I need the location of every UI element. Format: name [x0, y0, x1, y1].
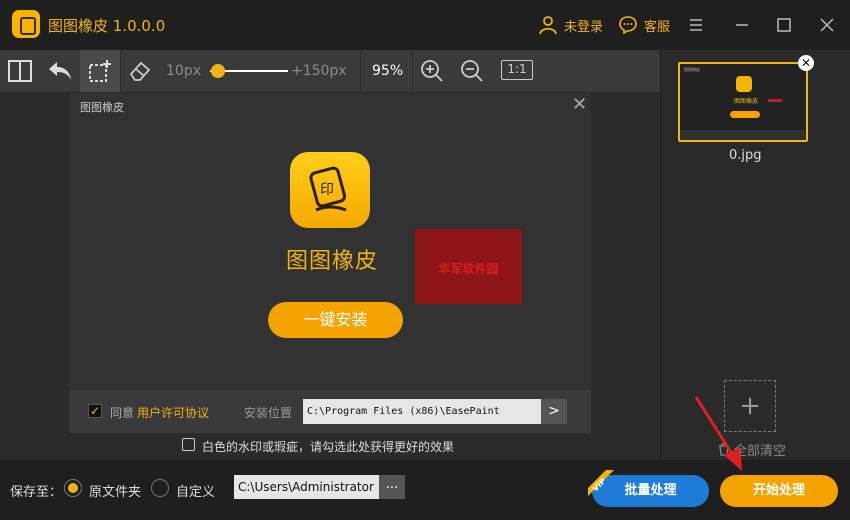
app-title: 图图橡皮 1.0.0.0	[48, 17, 166, 35]
eraser-tool-button[interactable]	[120, 50, 160, 92]
image-thumbnail[interactable]: 图图橡皮 图图橡皮	[678, 62, 808, 142]
install-path-field: C:\Program Files (x86)\EasePaint	[303, 399, 541, 424]
agree-label: 同意	[110, 406, 135, 420]
zoom-in-button[interactable]	[412, 50, 452, 92]
browse-button[interactable]: ...	[379, 475, 405, 499]
white-watermark-hint[interactable]: 白色的水印或瑕疵，请勾选此处获得更好的效果	[202, 438, 454, 455]
select-tool-button[interactable]	[80, 50, 120, 92]
minimize-button[interactable]	[730, 13, 754, 37]
install-location-label: 安装位置	[244, 406, 293, 420]
actual-size-button[interactable]: 1:1	[501, 60, 533, 80]
maximize-button[interactable]	[772, 13, 796, 37]
service-label: 客服	[644, 19, 671, 35]
thumb-watermark	[768, 99, 782, 102]
user-icon	[539, 16, 557, 35]
zoom-out-button[interactable]	[452, 50, 492, 92]
selection-rect-icon	[89, 60, 111, 82]
toolbar-divider	[360, 50, 361, 92]
custom-folder-label[interactable]: 自定义	[176, 481, 215, 500]
undo-button[interactable]	[40, 50, 80, 92]
image-install-button: 一键安装	[268, 302, 403, 338]
split-view-icon	[8, 60, 32, 82]
zoom-in-icon	[421, 60, 443, 82]
thumb-logo	[736, 76, 752, 92]
brush-size-slider-knob[interactable]	[210, 64, 225, 78]
image-window-title: 图图橡皮	[80, 101, 124, 114]
customer-service-button[interactable]: 客服	[618, 15, 670, 35]
red-arrow-annotation	[694, 396, 742, 471]
login-button[interactable]: 未登录	[538, 15, 603, 35]
save-to-label: 保存至：	[10, 485, 63, 500]
thumbnail-filename: 0.jpg	[729, 148, 762, 163]
menu-icon	[690, 19, 702, 31]
start-process-button[interactable]: 开始处理	[720, 475, 838, 507]
menu-button[interactable]	[684, 13, 708, 37]
compare-view-button[interactable]	[0, 50, 40, 92]
output-path-field[interactable]: C:\Users\Administrator	[234, 475, 379, 499]
image-close-icon: ✕	[572, 94, 588, 115]
undo-icon	[49, 62, 71, 80]
vip-badge-text: VIP	[591, 476, 608, 493]
logo-char: 印	[320, 182, 334, 198]
zoom-out-icon	[461, 60, 483, 82]
close-button[interactable]	[815, 13, 839, 37]
eraser-icon	[129, 61, 151, 81]
thumb-product-name: 图图橡皮	[734, 98, 759, 105]
maximize-icon	[777, 18, 791, 32]
login-label: 未登录	[564, 19, 604, 35]
image-agree-checkbox: ✓	[88, 404, 102, 418]
thumb-footer	[680, 130, 806, 140]
stamp-icon: 印	[309, 166, 347, 212]
remove-thumbnail-button[interactable]: ✕	[798, 55, 814, 71]
chat-icon	[619, 16, 637, 35]
original-folder-label[interactable]: 原文件夹	[89, 481, 141, 500]
thumb-install-button	[730, 111, 760, 118]
custom-folder-radio[interactable]	[151, 479, 169, 497]
app-logo	[12, 10, 40, 38]
brush-size-max: +150px	[291, 63, 347, 79]
close-icon	[820, 18, 834, 32]
white-watermark-checkbox[interactable]	[182, 438, 195, 451]
thumb-title: 图图橡皮	[684, 67, 700, 72]
original-folder-radio[interactable]	[64, 479, 82, 497]
zoom-level: 95%	[372, 63, 404, 79]
license-link: 用户许可协议	[137, 406, 210, 420]
minimize-icon	[736, 24, 748, 26]
product-name: 图图橡皮	[286, 249, 379, 274]
vip-badge-icon: VIP	[588, 470, 614, 496]
chevron-right-icon: >	[541, 399, 567, 424]
brush-size-min: 10px	[166, 63, 201, 79]
watermark-region: 华军软件园	[415, 229, 522, 304]
product-logo: 印	[290, 152, 370, 228]
